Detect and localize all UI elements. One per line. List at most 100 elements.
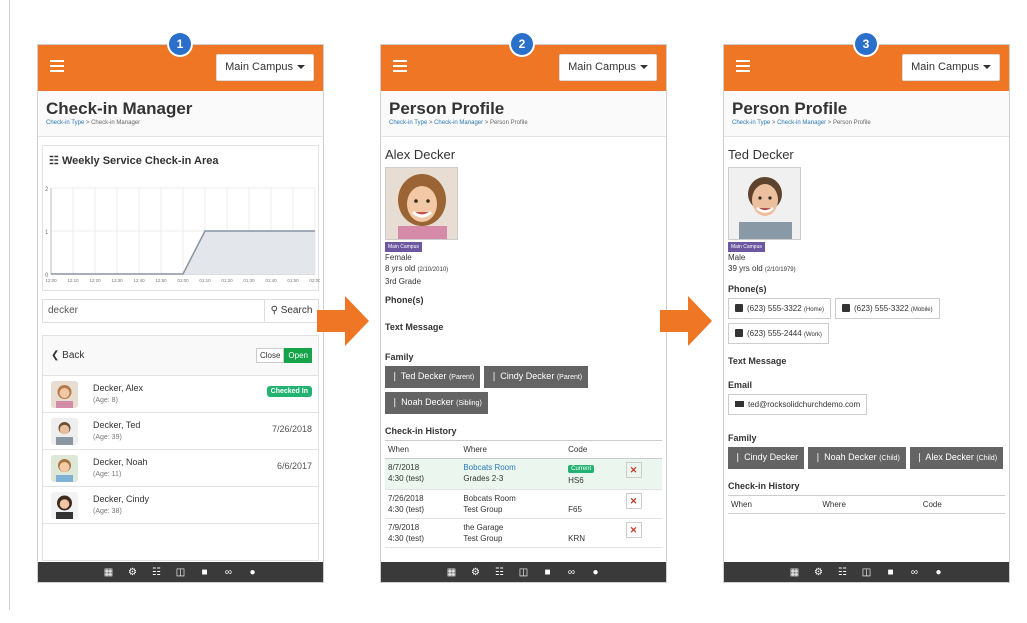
gear-icon[interactable]: ⚙ [813,567,825,578]
group-name: Test Group [463,534,503,543]
family-member-button[interactable]: ❘ Noah Decker (Child) [808,447,906,469]
page-header: Person Profile Check-in Type > Check-in … [381,91,666,137]
link-icon[interactable]: ∞ [566,567,578,578]
email-button[interactable]: ted@rocksolidchurchdemo.com [728,394,868,415]
checkin-time: 4:30 (test) [388,534,425,543]
columns-icon[interactable]: ◫ [175,567,187,578]
hamburger-menu-icon[interactable] [50,60,64,72]
toggle-close[interactable]: Close [255,348,285,363]
email-heading: Email [728,380,753,390]
list-item[interactable]: Decker, Alex (Age: 8) Checked In [43,376,318,413]
chart-x-tick-label: 12:30 [111,278,123,283]
family-heading: Family [728,433,757,443]
list-item[interactable]: Decker, Noah (Age: 11) 6/6/2017 [43,450,318,487]
phone-button[interactable]: (623) 555-3322 (Home) [728,298,831,319]
cell-where: Bobcats Room Test Group [460,489,566,519]
age-line: 39 yrs old (2/10/1979) [728,263,1005,276]
breadcrumb-link-checkin-type[interactable]: Check-in Type [389,120,427,126]
grid-icon[interactable]: ▦ [103,567,115,578]
cell-when: 8/7/2018 4:30 (test) [385,458,461,490]
info-icon[interactable]: ● [247,567,259,578]
back-button[interactable]: ❮ Back [51,350,84,361]
campus-dropdown[interactable]: Main Campus [216,54,314,81]
lock-icon[interactable]: ■ [542,567,554,578]
link-icon[interactable]: ∞ [909,567,921,578]
hamburger-menu-icon[interactable] [736,60,750,72]
columns-icon[interactable]: ◫ [861,567,873,578]
link-icon[interactable]: ∞ [223,567,235,578]
age-text: 8 yrs old [385,264,416,273]
phone-number: (623) 555-2444 [747,329,802,338]
grid-icon[interactable]: ▦ [789,567,801,578]
security-code: F65 [568,505,582,514]
person-name: Decker, Noah [93,457,148,467]
hamburger-menu-icon[interactable] [393,60,407,72]
location-link[interactable]: Bobcats Room [463,463,515,472]
step-badge-1: 1 [169,33,191,55]
info-icon[interactable]: ● [933,567,945,578]
delete-button[interactable]: ✕ [625,493,642,509]
sitemap-icon[interactable]: ☷ [151,567,163,578]
email-address: ted@rocksolidchurchdemo.com [748,400,861,409]
chart-container: ☷ Weekly Service Check-in Area 2 1 0 12:00 1… [42,145,320,291]
list-item[interactable]: Decker, Cindy (Age: 38) [43,487,318,524]
grid-icon[interactable]: ▦ [446,567,458,578]
family-member-button[interactable]: ❘ Cindy Decker [728,447,805,469]
phone-icon [735,304,743,312]
chart-x-tick-label: 12:10 [67,278,79,283]
family-list: ❘ Ted Decker (Parent) ❘ Cindy Decker (Pa… [385,366,662,414]
chart-x-tick-label: 12:00 [45,278,57,283]
table-header-row: When Where Code [728,495,1005,514]
sitemap-icon[interactable]: ☷ [837,567,849,578]
phones-heading: Phone(s) [728,284,767,294]
cell-actions: ✕ [622,458,662,490]
breadcrumb-link-checkin-type[interactable]: Check-in Type [732,120,770,126]
chart-x-tick-label: 12:50 [155,278,167,283]
info-icon[interactable]: ● [590,567,602,578]
gear-icon[interactable]: ⚙ [470,567,482,578]
search-icon: ⚲ [270,305,278,316]
bottom-toolbar: ▦ ⚙ ☷ ◫ ■ ∞ ● [381,562,666,582]
family-member-button[interactable]: ❘ Cindy Decker (Parent) [484,366,589,388]
columns-icon[interactable]: ◫ [518,567,530,578]
family-heading: Family [385,352,414,362]
phone-button[interactable]: (623) 555-2444 (Work) [728,323,829,344]
search-input[interactable]: decker [43,300,264,322]
breadcrumb-link-checkin-manager[interactable]: Check-in Manager [777,120,826,126]
chart-x-tick-label: 12:20 [89,278,101,283]
search-button[interactable]: ⚲ Search [264,300,318,322]
breadcrumb-link-checkin-manager[interactable]: Check-in Manager [434,120,483,126]
profile-body: Alex Decker Main Campus Female 8 yrs old… [381,137,666,548]
campus-dropdown[interactable]: Main Campus [559,54,657,81]
family-member-button[interactable]: ❘ Alex Decker (Child) [909,447,1004,469]
toggle-open[interactable]: Open [284,348,312,363]
person-age: (Age: 38) [93,508,122,515]
breadcrumb-current: Check-in Manager [91,120,141,126]
family-member-name: Cindy Decker [744,452,799,462]
cell-actions: ✕ [622,518,662,548]
search-bar: decker ⚲ Search [42,299,319,323]
step-badge-2: 2 [511,33,533,55]
delete-button[interactable]: ✕ [625,462,642,478]
phone-button[interactable]: (623) 555-3322 (Mobile) [834,298,940,319]
cell-code: Current HS6 [565,458,623,490]
family-member-button[interactable]: ❘ Noah Decker (Sibling) [385,392,488,414]
campus-dropdown[interactable]: Main Campus [902,54,1000,81]
open-close-toggle[interactable]: Close Open [255,348,312,363]
age-line: 8 yrs old (2/10/2010) [385,263,662,276]
family-member-button[interactable]: ❘ Ted Decker (Parent) [385,366,481,388]
list-item[interactable]: Decker, Ted (Age: 39) 7/26/2018 [43,413,318,450]
checkin-history-table: When Where Code 8/7/2018 4:30 (test) Bobcat… [385,440,662,548]
breadcrumb-link-checkin-type[interactable]: Check-in Type [46,120,84,126]
lock-icon[interactable]: ■ [885,567,897,578]
campus-label: Main Campus [225,61,293,73]
delete-button[interactable]: ✕ [625,522,642,538]
sitemap-icon[interactable]: ☷ [494,567,506,578]
group-name: Test Group [463,505,503,514]
birth-date: (2/10/1979) [764,267,796,273]
lock-icon[interactable]: ■ [199,567,211,578]
cell-code: KRN [565,518,623,548]
page-title: Person Profile [732,99,848,118]
family-member-name: Cindy Decker [500,371,555,381]
gear-icon[interactable]: ⚙ [127,567,139,578]
